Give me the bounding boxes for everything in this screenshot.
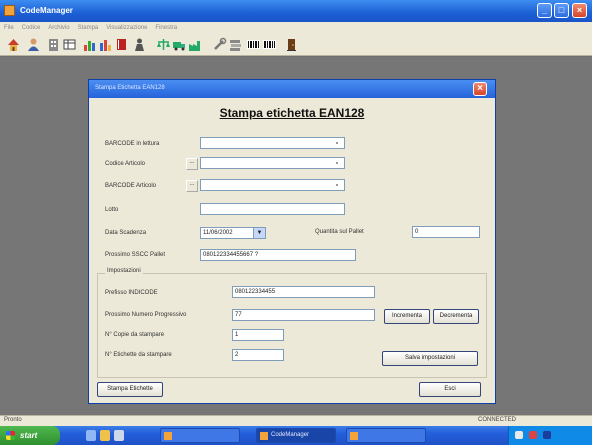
prossimo-numero-input[interactable]: 77	[232, 309, 375, 321]
windows-logo-icon	[6, 431, 15, 440]
incrementa-button[interactable]: Incrementa	[384, 309, 430, 324]
menu-visualizzazione[interactable]: Visualizzazione	[106, 22, 147, 34]
wrench-icon[interactable]	[212, 37, 227, 52]
layers-icon[interactable]	[228, 37, 243, 52]
taskbar-item-codemanager[interactable]: CodeManager	[256, 428, 336, 443]
book-icon[interactable]	[114, 37, 129, 52]
menu-bar: File Codice Archivio Stampa Visualizzazi…	[0, 22, 592, 34]
etichette-label: N° Etichette da stampare	[105, 352, 172, 358]
exit-icon[interactable]	[284, 37, 299, 52]
status-bar: Pronto CONNECTED	[0, 415, 592, 426]
menu-codice[interactable]: Codice	[22, 22, 41, 34]
esci-button[interactable]: Esci	[419, 382, 481, 397]
stampa-etichette-button[interactable]: Stampa Etichette	[97, 382, 163, 397]
data-scadenza-label: Data Scadenza	[105, 230, 147, 236]
dialog-title: Stampa Etichetta EAN128	[95, 85, 165, 91]
prefisso-label: Prefisso INDICODE	[105, 290, 158, 296]
status-text: Pronto	[4, 417, 22, 423]
barcode-articolo-label: BARCODE Articolo	[105, 183, 157, 189]
menu-archivio[interactable]: Archivio	[48, 22, 69, 34]
menu-stampa[interactable]: Stampa	[78, 22, 99, 34]
minimize-button[interactable]: _	[537, 3, 552, 18]
building-icon[interactable]	[46, 37, 61, 52]
barcode-lettura-input[interactable]	[200, 137, 345, 149]
codice-articolo-label: Codice Articolo	[105, 161, 146, 167]
truck-icon[interactable]	[172, 37, 187, 52]
factory-icon[interactable]	[188, 37, 203, 52]
tray-icon[interactable]	[515, 431, 523, 439]
prossimo-sscc-label: Prossimo SSCC Pallet	[105, 252, 166, 258]
menu-finestra[interactable]: Finestra	[155, 22, 177, 34]
prossimo-numero-label: Prossimo Numero Progressivo	[105, 312, 187, 318]
app-title: CodeManager	[20, 6, 73, 15]
quantita-pallet-input[interactable]: 0	[412, 226, 480, 238]
app-icon	[4, 5, 15, 16]
impostazioni-group-title: Impostazioni	[105, 268, 143, 274]
dialog-title-bar: Stampa Etichetta EAN128 ×	[89, 80, 495, 98]
taskbar-item[interactable]	[160, 428, 240, 443]
tray-icon[interactable]	[529, 431, 537, 439]
barcode-articolo-input[interactable]	[200, 179, 345, 191]
salva-impostazioni-button[interactable]: Salva impostazioni	[382, 351, 478, 366]
barcode-articolo-lookup-button[interactable]: ...	[186, 180, 198, 192]
prefisso-input[interactable]: 080122334455	[232, 286, 375, 298]
user-icon[interactable]	[26, 37, 41, 52]
quicklaunch-folder-icon[interactable]	[100, 430, 110, 441]
scale-icon[interactable]	[156, 37, 171, 52]
prossimo-sscc-field: 080122334455667 ?	[200, 249, 356, 261]
maximize-button[interactable]: □	[554, 3, 569, 18]
lotto-input[interactable]	[200, 203, 345, 215]
barcode-icon[interactable]	[246, 37, 261, 52]
copie-input[interactable]: 1	[232, 329, 284, 341]
chevron-down-icon[interactable]: ▼	[253, 228, 265, 238]
data-scadenza-picker[interactable]: 11/06/2002 ▼	[200, 227, 266, 239]
toolbar	[0, 34, 592, 56]
start-button[interactable]: start	[0, 426, 60, 445]
table-icon[interactable]	[62, 37, 77, 52]
person-icon[interactable]	[132, 37, 147, 52]
tray-icon[interactable]	[543, 431, 551, 439]
app-icon	[350, 432, 358, 440]
copie-label: N° Copie da stampare	[105, 332, 165, 338]
quicklaunch-desktop-icon[interactable]	[114, 430, 124, 441]
house-icon[interactable]	[6, 37, 21, 52]
stampa-etichetta-dialog: Stampa Etichetta EAN128 × Stampa etichet…	[88, 79, 496, 404]
data-scadenza-value: 11/06/2002	[203, 230, 233, 236]
chart-icon[interactable]	[82, 37, 97, 52]
page-title: Stampa etichetta EAN128	[219, 106, 365, 120]
taskbar-item[interactable]	[346, 428, 426, 443]
start-label: start	[20, 431, 38, 440]
decrementa-button[interactable]: Decrementa	[433, 309, 479, 324]
app-title-bar: CodeManager _ □ ×	[0, 0, 592, 22]
connection-status: CONNECTED	[478, 417, 517, 423]
chart-icon[interactable]	[98, 37, 113, 52]
menu-file[interactable]: File	[4, 22, 14, 34]
app-icon	[164, 432, 172, 440]
system-tray	[508, 426, 592, 445]
app-icon	[260, 432, 268, 440]
barcode-icon[interactable]	[262, 37, 277, 52]
quicklaunch-browser-icon[interactable]	[86, 430, 96, 441]
etichette-input[interactable]: 2	[232, 349, 284, 361]
codice-articolo-input[interactable]	[200, 157, 345, 169]
lotto-label: Lotto	[105, 207, 119, 213]
dialog-close-button[interactable]: ×	[473, 82, 487, 96]
windows-taskbar: start CodeManager	[0, 426, 592, 445]
codice-articolo-lookup-button[interactable]: ...	[186, 158, 198, 170]
quantita-pallet-label: Quantita sul Pallet	[315, 229, 364, 235]
barcode-lettura-label: BARCODE in lettura	[105, 141, 160, 147]
close-button[interactable]: ×	[572, 3, 587, 18]
